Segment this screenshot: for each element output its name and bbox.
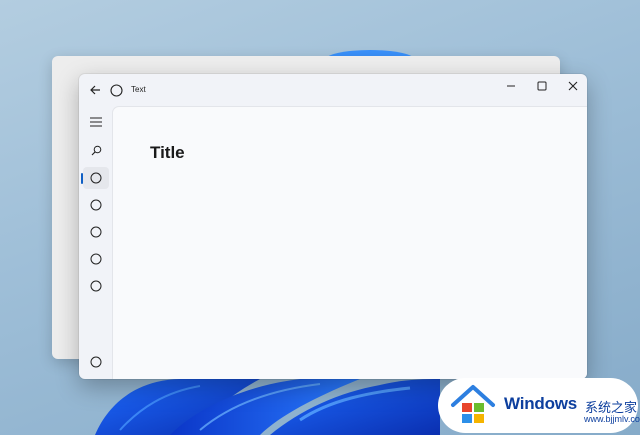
circle-icon bbox=[90, 280, 102, 292]
page-title: Title bbox=[150, 143, 185, 162]
circle-icon bbox=[90, 356, 102, 368]
close-icon bbox=[568, 81, 577, 91]
minimize-button[interactable] bbox=[495, 74, 526, 98]
navigation-rail bbox=[79, 106, 112, 379]
back-arrow-icon bbox=[90, 85, 100, 95]
nav-search-button[interactable] bbox=[83, 139, 109, 161]
nav-footer-item[interactable] bbox=[83, 351, 109, 373]
circle-icon bbox=[90, 226, 102, 238]
search-icon bbox=[91, 145, 101, 155]
maximize-icon bbox=[537, 81, 546, 91]
watermark-brand: Windows bbox=[504, 394, 578, 413]
circle-icon bbox=[90, 199, 102, 211]
window-title: Text bbox=[131, 85, 146, 94]
maximize-button[interactable] bbox=[526, 74, 557, 98]
circle-icon bbox=[90, 253, 102, 265]
nav-item-4[interactable] bbox=[83, 248, 109, 270]
back-button[interactable] bbox=[85, 80, 105, 100]
house-windows-logo-icon bbox=[451, 385, 495, 423]
app-circle-icon bbox=[109, 83, 123, 97]
nav-item-5[interactable] bbox=[83, 275, 109, 297]
app-window[interactable]: Text Title bbox=[79, 74, 587, 379]
nav-item-2[interactable] bbox=[83, 194, 109, 216]
site-watermark: Windows 系统之家 www.bjjmlv.com bbox=[438, 378, 640, 433]
nav-item-3[interactable] bbox=[83, 221, 109, 243]
watermark-url: www.bjjmlv.com bbox=[584, 414, 640, 424]
circle-icon bbox=[90, 172, 102, 184]
title-bar[interactable]: Text bbox=[79, 74, 587, 106]
menu-icon bbox=[90, 117, 102, 127]
app-icon bbox=[108, 82, 124, 98]
content-pane: Title bbox=[112, 106, 587, 379]
nav-menu-button[interactable] bbox=[83, 111, 109, 133]
close-button[interactable] bbox=[557, 74, 587, 98]
nav-item-1[interactable] bbox=[83, 167, 109, 189]
minimize-icon bbox=[506, 85, 515, 87]
